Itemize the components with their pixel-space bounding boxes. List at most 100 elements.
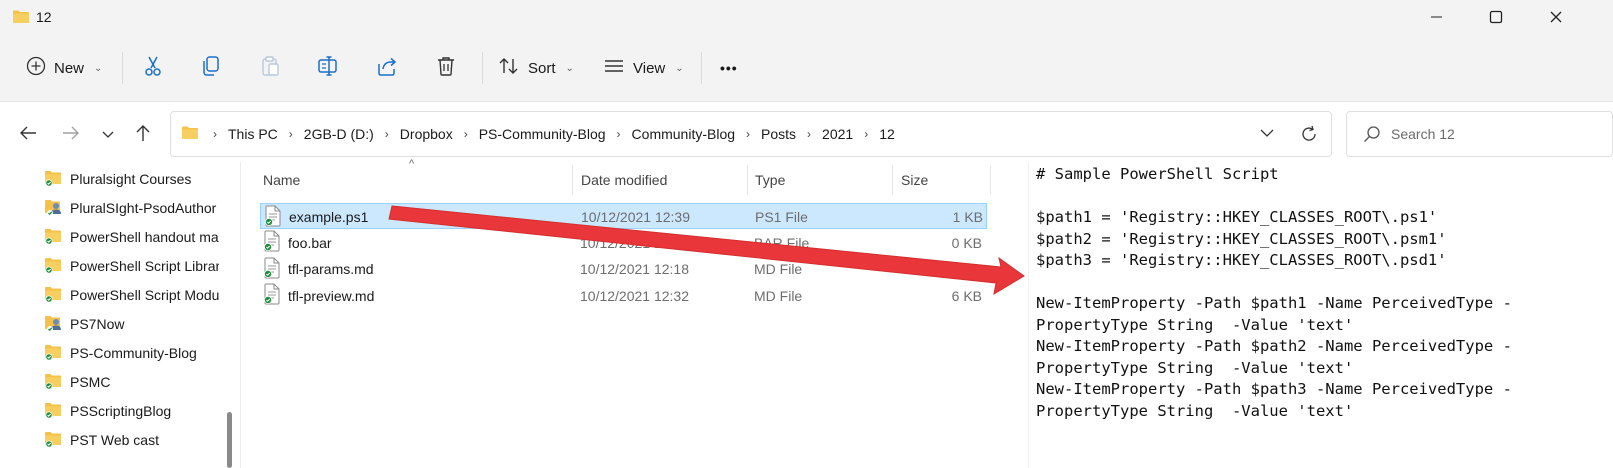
preview-line [1036,272,1512,294]
breadcrumb: › This PC › 2GB-D (D:) › Dropbox › PS-Co… [181,112,898,156]
file-date: 10/12/2021 12:39 [581,209,690,225]
nav-item-label: PowerShell handout ma [70,229,219,245]
chevron-right-icon[interactable]: › [609,127,629,141]
nav-item-label: PSScriptingBlog [70,403,172,419]
window-title: 12 [36,9,52,25]
nav-item[interactable]: PowerShell handout ma [44,224,219,250]
nav-item-label: PSMC [70,374,111,390]
chevron-right-icon[interactable]: › [856,127,876,141]
nav-item[interactable]: PST Web cast [44,427,219,453]
search-box[interactable] [1346,111,1613,157]
ellipsis-icon: ••• [720,60,738,76]
title-bar: 12 [0,0,1613,34]
column-divider[interactable] [747,166,748,194]
rename-button[interactable] [317,52,339,84]
view-label: View [633,59,666,77]
chevron-right-icon[interactable]: › [799,127,819,141]
column-header-size[interactable]: Size [901,166,928,194]
file-date: 10/12/2021 12:32 [580,287,689,304]
delete-button[interactable] [435,52,457,84]
crumb-community-blog[interactable]: Community-Blog [629,126,738,142]
nav-item-label: PluralSIght-PsodAuthor [70,200,217,216]
file-row[interactable]: example.ps1 10/12/2021 12:39 PS1 File 1 KB [260,203,987,229]
preview-line: PropertyType String -Value 'text' [1036,358,1354,377]
crumb-drive[interactable]: 2GB-D (D:) [301,126,377,142]
nav-item[interactable]: PSMC [44,369,219,395]
file-size: 0 KB [951,234,982,251]
new-button[interactable]: New ⌄ [26,52,102,84]
crumb-this-pc[interactable]: This PC [225,126,281,142]
back-button[interactable] [14,120,42,148]
preview-line: $path3 = 'Registry::HKEY_CLASSES_ROOT\.p… [1036,251,1447,269]
toolbar-divider [122,52,123,84]
search-icon [1363,125,1381,146]
crumb-2021[interactable]: 2021 [819,126,856,142]
file-name: tfl-preview.md [288,287,375,304]
column-divider[interactable] [892,166,893,194]
chevron-right-icon[interactable]: › [738,127,758,141]
crumb-posts[interactable]: Posts [758,126,799,142]
search-input[interactable] [1391,123,1591,145]
folder-icon [12,9,30,27]
column-divider[interactable] [990,166,991,194]
chevron-right-icon[interactable]: › [377,127,397,141]
file-name-cell: tfl-params.md [263,256,374,282]
column-header-name[interactable]: Name [263,166,300,194]
nav-item-label: PS-Community-Blog [70,345,197,361]
file-name-cell: example.ps1 [264,204,368,230]
sort-button[interactable]: Sort ⌄ [498,52,574,84]
copy-button[interactable] [200,52,222,84]
close-button[interactable] [1533,0,1579,34]
column-header-date[interactable]: Date modified [581,166,667,194]
address-history-chevron-icon[interactable] [1259,125,1275,144]
folder-sync-icon [44,401,64,422]
crumb-12[interactable]: 12 [876,126,898,142]
file-size: 6 KB [951,261,982,277]
nav-item[interactable]: PSScriptingBlog [44,398,219,424]
file-type: MD File [754,287,803,304]
toolbar-divider [701,52,702,84]
pane-divider[interactable] [240,162,241,468]
file-icon [263,230,281,255]
share-button[interactable] [376,52,398,84]
preview-line: PropertyType String -Value 'text' [1036,401,1354,420]
file-row[interactable]: tfl-params.md 10/12/2021 12:18 MD File 6 KB [260,256,987,282]
folder-sync-icon [44,169,64,190]
crumb-dropbox[interactable]: Dropbox [397,126,456,142]
up-button[interactable] [129,120,157,148]
nav-item[interactable]: PS-Community-Blog [44,340,219,366]
chevron-right-icon[interactable]: › [205,127,225,141]
arrow-right-icon [62,125,80,144]
file-row[interactable]: foo.bar 10/12/2021 12:3 BAR File 0 KB [260,230,987,256]
file-type: MD File [754,261,803,277]
refresh-icon[interactable] [1299,124,1319,147]
nav-item[interactable]: PowerShell Script Librar [44,253,219,279]
column-header-type[interactable]: Type [755,166,785,194]
nav-scrollbar[interactable] [227,412,232,468]
more-options-button[interactable]: ••• [720,52,738,84]
maximize-button[interactable] [1473,0,1519,34]
column-divider[interactable] [572,166,573,194]
file-name-cell: foo.bar [263,230,332,256]
cut-button[interactable] [142,52,164,84]
file-row[interactable]: tfl-preview.md 10/12/2021 12:32 MD File 6 K… [260,283,987,309]
minimize-button[interactable] [1414,0,1460,34]
preview-line [1036,186,1512,208]
nav-item[interactable]: Pluralsight Courses [44,166,219,192]
plus-circle-icon [26,56,46,80]
view-button[interactable]: View ⌄ [603,52,684,84]
nav-item[interactable]: PS7Now [44,311,219,337]
arrow-up-icon [135,124,151,145]
chevron-right-icon[interactable]: › [281,127,301,141]
crumb-ps-community-blog[interactable]: PS-Community-Blog [476,126,609,142]
address-bar[interactable]: › This PC › 2GB-D (D:) › Dropbox › PS-Co… [170,111,1332,157]
nav-item[interactable]: PluralSIght-PsodAuthor [44,195,219,221]
forward-button [57,120,85,148]
share-icon [376,55,398,81]
recent-locations-button[interactable] [94,120,122,148]
nav-item-label: PS7Now [70,316,125,332]
preview-line: $path1 = 'Registry::HKEY_CLASSES_ROOT\.p… [1036,208,1438,226]
view-icon [603,56,625,80]
nav-item[interactable]: PowerShell Script Modu [44,282,219,308]
chevron-right-icon[interactable]: › [456,127,476,141]
